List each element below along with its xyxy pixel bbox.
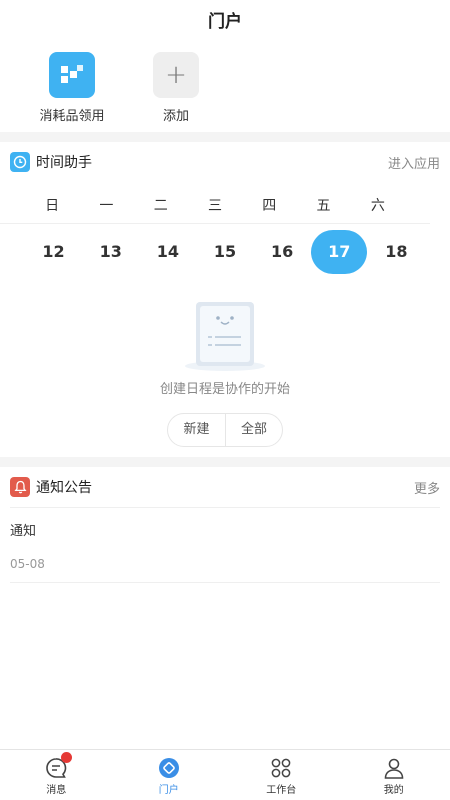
bottom-tab-bar: 消息 门户 工作台 我的	[0, 749, 450, 800]
date-cell[interactable]: 16	[254, 230, 310, 274]
tab-label: 消息	[46, 785, 67, 796]
notice-item-date: 05-08	[10, 557, 45, 571]
tab-label: 门户	[158, 785, 179, 796]
workbench-icon	[271, 758, 291, 778]
date-cell[interactable]: 15	[197, 230, 253, 274]
notice-item-title: 通知	[10, 524, 37, 539]
all-schedule-button[interactable]: 全部	[225, 414, 282, 446]
tab-workbench[interactable]: 工作台	[225, 750, 338, 800]
date-row: 12 13 14 15 16 17 18	[0, 224, 450, 280]
app-label: 消耗品领用	[39, 109, 105, 124]
date-cell-selected[interactable]: 17	[311, 230, 368, 274]
section-divider	[0, 132, 450, 142]
weekday-label: 六	[370, 197, 385, 214]
section-divider	[0, 457, 450, 467]
date-cell[interactable]: 12	[26, 230, 82, 274]
date-cell[interactable]: 13	[83, 230, 139, 274]
empty-schedule-illustration	[185, 302, 265, 371]
tab-messages[interactable]: 消息	[0, 750, 113, 800]
page-title: 门户	[208, 12, 242, 32]
bell-icon	[10, 477, 30, 497]
apps-grid-icon	[49, 52, 95, 98]
weekday-label: 一	[99, 197, 114, 214]
weekday-label: 四	[262, 197, 277, 214]
new-schedule-button[interactable]: 新建	[168, 414, 225, 446]
app-consumables[interactable]: 消耗品领用	[20, 52, 124, 132]
quick-apps: 消耗品领用 + 添加	[0, 44, 450, 132]
tab-label: 我的	[383, 785, 404, 796]
weekday-row: 日 一 二 三 四 五 六	[0, 186, 430, 224]
weekday-label: 三	[207, 197, 222, 214]
schedule-button-group: 新建 全部	[167, 413, 283, 447]
enter-app-link[interactable]: 进入应用	[388, 153, 440, 172]
tab-profile[interactable]: 我的	[338, 750, 450, 800]
weekday-label: 日	[45, 197, 60, 214]
notice-header: 通知公告 更多	[0, 467, 450, 507]
clock-icon	[10, 152, 30, 172]
plus-icon: +	[153, 52, 199, 98]
profile-icon	[384, 758, 404, 779]
schedule-title-text: 时间助手	[36, 155, 92, 171]
weekday-label: 二	[153, 197, 168, 214]
more-link[interactable]: 更多	[414, 478, 440, 497]
unread-dot	[61, 752, 72, 763]
notice-title: 通知公告	[10, 477, 92, 497]
schedule-header: 时间助手 进入应用	[0, 142, 450, 182]
empty-state-text: 创建日程是协作的开始	[159, 382, 290, 397]
schedule-empty-state: 创建日程是协作的开始 新建 全部	[0, 298, 450, 447]
date-cell[interactable]: 18	[368, 230, 424, 274]
date-cell[interactable]: 14	[140, 230, 196, 274]
add-app-button[interactable]: + 添加	[124, 52, 228, 132]
tab-label: 工作台	[266, 785, 297, 796]
notice-list-item[interactable]: 通知 05-08	[10, 507, 440, 583]
notice-title-text: 通知公告	[36, 480, 92, 496]
portal-icon	[158, 758, 179, 778]
weekday-label: 五	[316, 197, 331, 214]
tab-portal[interactable]: 门户	[113, 750, 226, 800]
app-label: 添加	[162, 109, 189, 124]
schedule-title: 时间助手	[10, 152, 92, 172]
